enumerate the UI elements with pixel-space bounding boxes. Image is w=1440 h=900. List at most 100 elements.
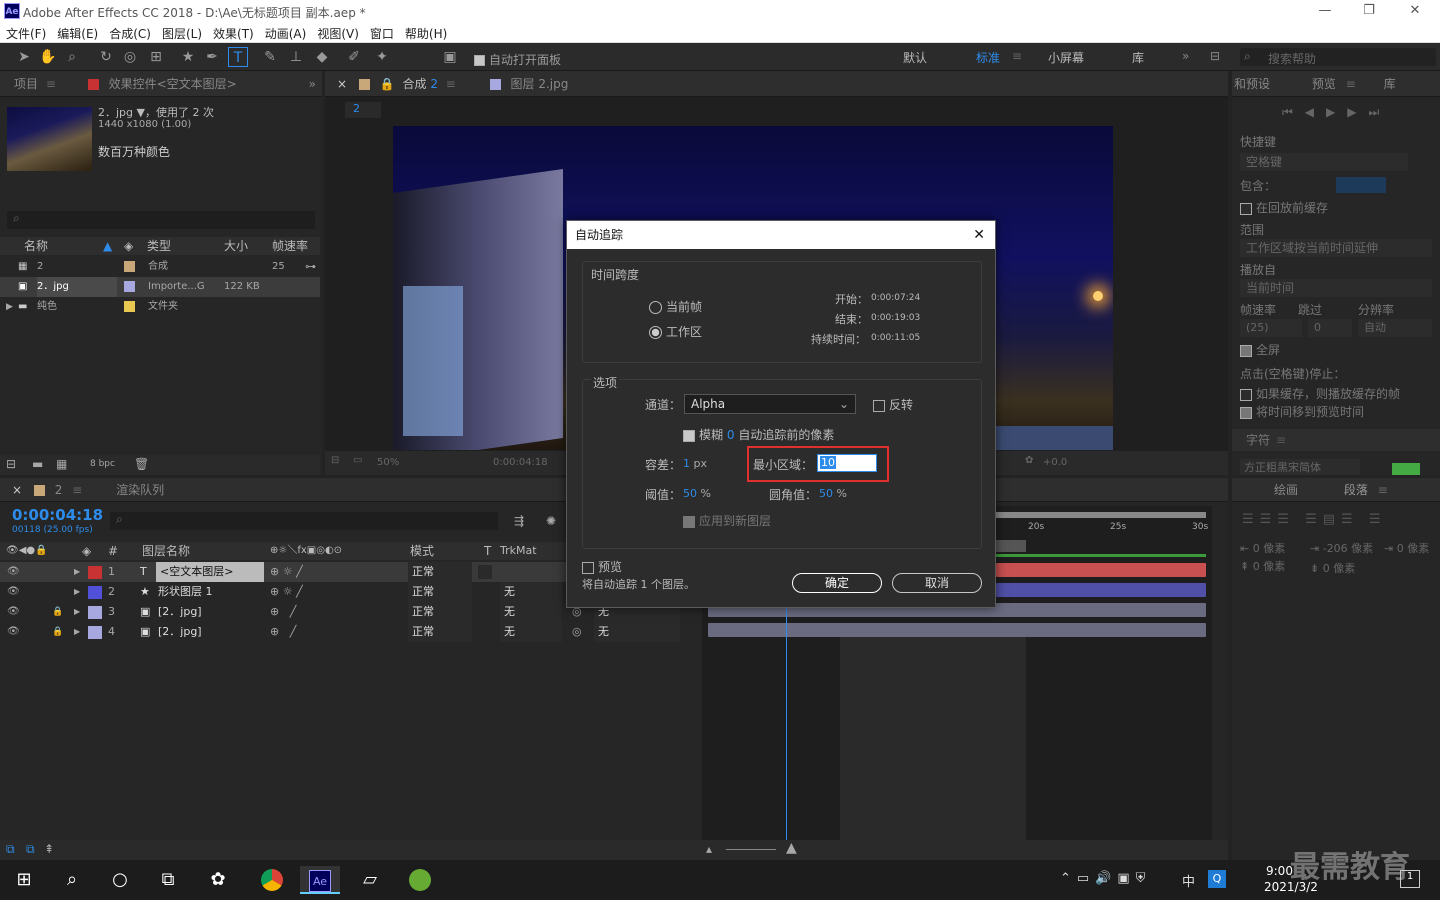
draft-3d-icon[interactable]: ✺ — [546, 514, 556, 528]
menu-view[interactable]: 视图(V) — [311, 22, 364, 42]
always-preview-icon[interactable]: ⊟ — [331, 455, 339, 466]
selection-tool-icon[interactable]: ➤ — [14, 47, 34, 67]
preview-checkbox[interactable]: 预览 — [582, 558, 622, 575]
comp-flowchart-icon[interactable]: ⇶ — [514, 514, 524, 528]
layer-name[interactable]: 形状图层 1 — [158, 582, 213, 602]
puppet-tool-icon[interactable]: ✦ — [372, 47, 392, 67]
panel-icon[interactable]: ▣ — [440, 47, 460, 67]
eye-icon[interactable]: 👁 — [7, 602, 20, 622]
rotate-tool-icon[interactable]: ↻ — [96, 47, 116, 67]
tab-render-queue[interactable]: 渲染队列 — [116, 483, 164, 497]
menu-layer[interactable]: 图层(L) — [156, 22, 207, 42]
shape-tool-icon[interactable]: ★ — [178, 47, 198, 67]
help-search[interactable]: ⌕ 搜索帮助 — [1240, 48, 1436, 66]
notes-app-icon[interactable]: ▱ — [350, 866, 390, 894]
space-after[interactable]: ⇟ 0 像素 — [1310, 560, 1355, 576]
tab-effect-controls[interactable]: 效果控件<空文本图层> — [109, 77, 237, 91]
shy-icon[interactable]: ⊕ ☼ ╱ — [270, 562, 303, 582]
playback-controls[interactable]: ⏮◀▶▶⏭ — [1282, 105, 1391, 120]
trkmat-dropdown[interactable]: 无 — [500, 622, 562, 642]
expand-arrow-icon[interactable]: ▶ — [74, 602, 80, 622]
search-icon[interactable]: ⌕ — [52, 866, 92, 894]
layer-switches-icon[interactable]: ⧉ — [6, 842, 15, 857]
tab-paragraph[interactable]: 段落 — [1344, 483, 1368, 497]
mode-dropdown[interactable]: 正常 — [408, 602, 472, 622]
layer-bar[interactable] — [996, 583, 1206, 597]
cancel-button[interactable]: 取消 — [892, 573, 982, 593]
col-size[interactable]: 大小 — [224, 237, 248, 255]
zoom-tool-icon[interactable]: ⌕ — [62, 47, 82, 67]
brush-tool-icon[interactable]: ✎ — [260, 47, 280, 67]
zoom-slider[interactable] — [726, 849, 776, 850]
menu-file[interactable]: 文件(F) — [0, 22, 51, 42]
layer-name[interactable]: <空文本图层> — [156, 562, 264, 582]
hand-tool-icon[interactable]: ✋ — [38, 47, 58, 67]
project-search-input[interactable]: ⌕ — [7, 211, 315, 229]
layer-name[interactable]: [2．jpg] — [158, 622, 202, 642]
layer-name[interactable]: [2．jpg] — [158, 602, 202, 622]
parent-dropdown[interactable]: 无 — [594, 622, 680, 642]
close-button[interactable]: ✕ — [1400, 2, 1430, 20]
new-folder-icon[interactable]: ▬ — [32, 457, 43, 471]
minimize-button[interactable]: — — [1310, 2, 1340, 20]
col-name[interactable]: 名称 — [24, 237, 48, 255]
tab-preview[interactable]: 预览 — [1312, 77, 1336, 91]
expand-arrow-icon[interactable]: ▶ — [74, 562, 80, 582]
menu-window[interactable]: 窗口 — [364, 22, 399, 42]
menu-edit[interactable]: 编辑(E) — [51, 22, 103, 42]
qq-icon[interactable]: Q — [1208, 870, 1226, 888]
resolution-dropdown[interactable]: 自动 — [1358, 319, 1432, 337]
layer-bar[interactable] — [708, 623, 1206, 637]
font-color-swatch[interactable] — [1392, 463, 1420, 475]
tab-project[interactable]: 项目 — [14, 77, 38, 91]
shortcut-dropdown[interactable]: 空格键 — [1240, 153, 1408, 171]
flowchart-icon[interactable]: ⊶ — [305, 257, 316, 277]
lock-icon[interactable]: 🔒 — [52, 622, 63, 642]
monitor-icon[interactable]: ▭ — [353, 455, 362, 466]
tab-character[interactable]: 字符 — [1246, 433, 1270, 447]
eraser-tool-icon[interactable]: ◆ — [312, 47, 332, 67]
indent-right[interactable]: ⇥ -206 像素 — [1310, 540, 1373, 556]
ok-button[interactable]: 确定 — [792, 573, 882, 593]
play-cached-checkbox[interactable]: 如果缓存，则播放缓存的帧 — [1240, 385, 1400, 402]
pen-tool-icon[interactable]: ✒ — [202, 47, 222, 67]
system-tray-icons[interactable]: ⌃▭🔊▣⛨ — [1060, 871, 1151, 886]
cache-before-checkbox[interactable]: 在回放前缓存 — [1240, 199, 1328, 216]
tab-layer[interactable]: 图层 2.jpg — [511, 77, 569, 91]
work-area-bar[interactable] — [996, 512, 1206, 518]
align-buttons[interactable]: ☰☰☰ ☰▤☰ ☰ — [1242, 512, 1386, 527]
list-item[interactable]: ▶ ▬ 纯色 文件夹 — [0, 297, 320, 317]
apply-new-layer-checkbox[interactable]: 应用到新图层 — [683, 512, 771, 529]
work-area-radio[interactable]: 工作区 — [649, 323, 702, 340]
timeline-current-time[interactable]: 0:00:04:18 — [12, 506, 103, 524]
corner-value[interactable]: 50 % — [819, 487, 847, 500]
eye-icon[interactable]: 👁 — [7, 622, 20, 642]
roto-tool-icon[interactable]: ✐ — [344, 47, 364, 67]
in-out-icon[interactable]: ⇞ — [44, 842, 54, 856]
lock-icon[interactable]: 🔒 — [380, 77, 395, 91]
chrome-icon[interactable] — [252, 866, 292, 894]
invert-checkbox[interactable]: 反转 — [873, 396, 913, 413]
col-trkmat[interactable]: TrkMat — [500, 542, 537, 560]
type-tool-icon[interactable]: T — [228, 47, 248, 67]
layer-bar[interactable] — [996, 563, 1206, 577]
expand-arrow-icon[interactable]: ▶ — [74, 582, 80, 602]
list-item[interactable]: ▣ 2．jpg Importe...G 122 KB — [0, 277, 320, 297]
exposure-value[interactable]: +0.0 — [1043, 457, 1067, 468]
tab-paint[interactable]: 绘画 — [1274, 483, 1298, 497]
preserve-transparency-checkbox[interactable] — [478, 565, 492, 579]
skip-dropdown[interactable]: 0 — [1308, 319, 1352, 337]
threshold-value[interactable]: 50 % — [683, 487, 711, 500]
space-before[interactable]: ⇞ 0 像素 — [1240, 558, 1285, 574]
close-tab-icon[interactable]: × — [337, 77, 347, 91]
cortana-icon[interactable]: ○ — [100, 866, 140, 894]
mode-dropdown[interactable]: 正常 — [408, 622, 472, 642]
col-fps[interactable]: 帧速率 — [272, 237, 308, 255]
mode-dropdown[interactable]: 正常 — [408, 582, 472, 602]
menu-animation[interactable]: 动画(A) — [259, 22, 312, 42]
mode-dropdown[interactable]: 正常 — [408, 562, 472, 582]
shy-icon[interactable]: ⊕ ╱ — [270, 602, 296, 622]
table-row[interactable]: 👁 🔒 ▶ 4 ▣ [2．jpg] ⊕ ╱ 正常 无 ◎ 无 — [0, 622, 700, 642]
min-area-input[interactable]: 10 — [817, 454, 877, 472]
bit-depth-button[interactable]: 8 bpc — [90, 459, 115, 469]
